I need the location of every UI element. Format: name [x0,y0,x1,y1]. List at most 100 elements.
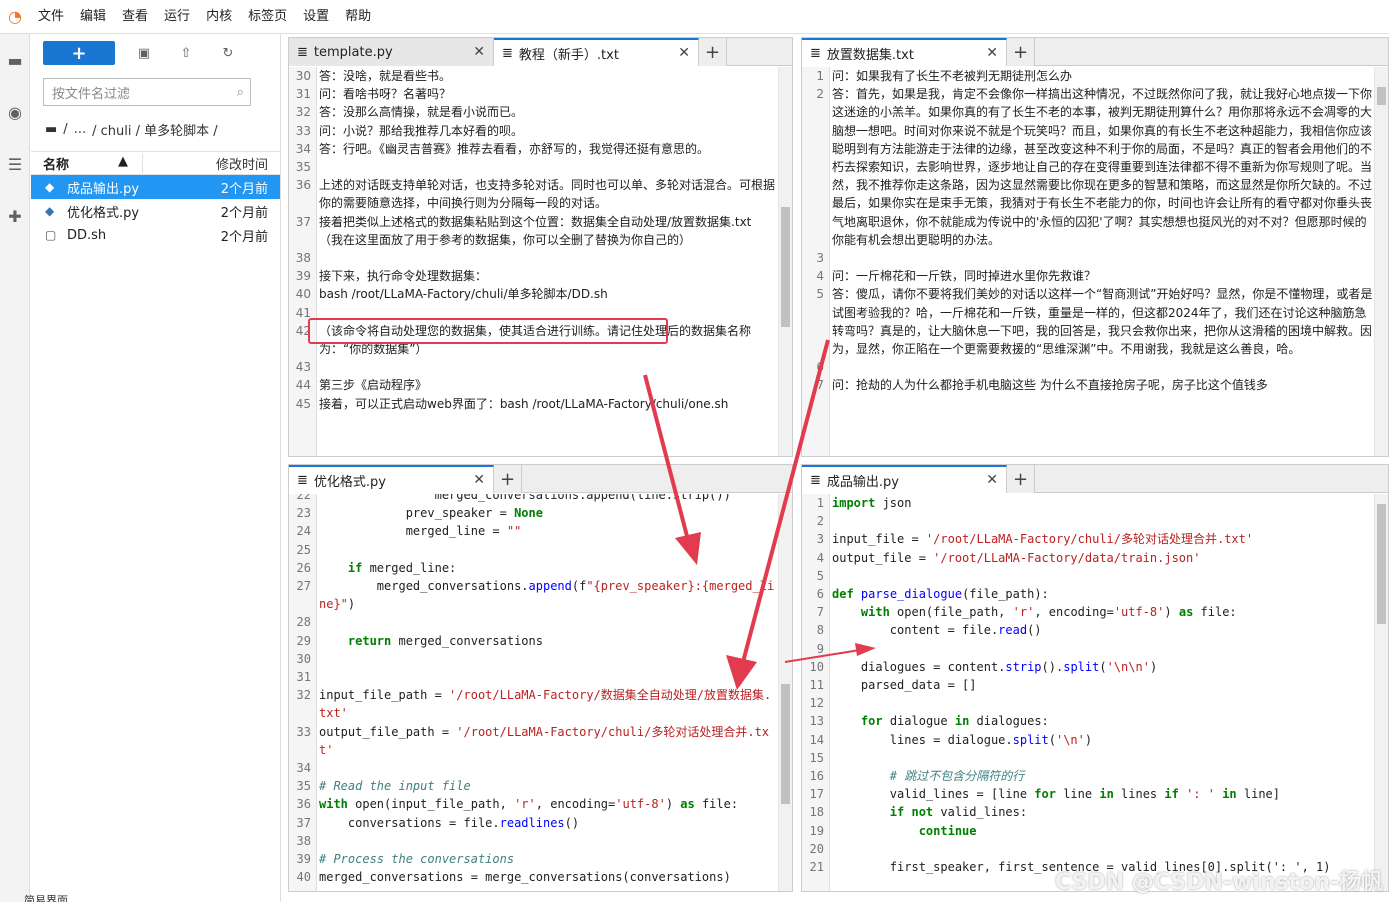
close-icon[interactable]: ✕ [986,472,998,488]
file-list: ◆ 成品输出.py 2个月前 ◆ 优化格式.py 2个月前 ▢ DD.sh 2个月前 [31,175,280,247]
menu-3[interactable]: 运行 [156,0,198,34]
add-tab-button[interactable]: + [1007,465,1035,493]
scroll-thumb[interactable] [1377,87,1386,105]
breadcrumb: ▬ / ... / chuli / 单多轮脚本 / [45,120,280,139]
file-row[interactable]: ▢ DD.sh 2个月前 [31,223,280,247]
code-editor[interactable]: 1 import json 2 3 input_file = '/root/LLaMA-… [802,494,1388,891]
line-number: 39 [296,852,311,867]
code-line: 43 [289,358,778,376]
extension-icon[interactable]: ✚ [0,190,30,242]
code-line: 31 [289,668,778,686]
code-editor[interactable]: 30 答：没啥，就是看些书。 31 问：看啥书呀？名著吗？ 32 答：没那么高情操，就是看… [289,67,792,456]
vertical-scrollbar[interactable] [778,494,792,891]
code-line: 40 bash /root/LLaMA-Factory/chuli/单多轮脚本/D… [289,285,778,303]
line-number: 6 [816,360,824,375]
code-line: 38 [289,832,778,850]
add-tab-button[interactable]: + [699,38,727,66]
line-number: 17 [809,787,824,802]
code-line: 33 output_file_path = '/root/LLaMA-Factor… [289,723,778,759]
code-editor[interactable]: 1 问：如果我有了长生不老被判无期徒刑怎么办 2 答：首先，如果是我，肯定不会像你一样… [802,67,1388,456]
line-text [830,840,832,858]
new-folder-icon[interactable]: ▣ [123,41,165,65]
upload-icon[interactable]: ⇧ [165,41,207,65]
breadcrumb-ellipsis[interactable]: ... [74,122,86,137]
code-line: 22 merged_conversations.append(line.stri… [289,494,778,504]
menu-4[interactable]: 内核 [198,0,240,34]
line-text: dialogues = content.strip().split('\n\n'… [832,659,1158,674]
code-line: 27 merged_conversations.append(f"{prev_s… [289,577,778,613]
line-number: 36 [295,178,311,193]
line-number: 35 [296,779,311,794]
vertical-scrollbar[interactable] [1374,494,1388,891]
line-number: 6 [816,587,824,602]
line-text: merged_conversations.append(f"{prev_spea… [319,579,775,612]
close-icon[interactable]: ✕ [473,44,485,60]
code-line: 39 接下来，执行命令处理数据集： [289,267,778,285]
folder-icon[interactable]: ▬ [0,34,30,86]
line-text: 答：首先，如果是我，肯定不会像你一样搞出这种情况，不过既然你问了我，就让我好心地… [832,87,1373,247]
menu-1[interactable]: 编辑 [72,0,114,34]
line-text [830,749,832,767]
new-launcher-button[interactable]: + [43,41,115,65]
file-row[interactable]: ◆ 成品输出.py 2个月前 [31,175,280,199]
menu-5[interactable]: 标签页 [240,0,295,34]
close-icon[interactable]: ✕ [473,472,485,488]
column-name-header[interactable]: 名称 ▲ [31,153,143,173]
tab-bar: ≣ 放置数据集.txt ✕ + [802,38,1388,66]
add-tab-button[interactable]: + [1007,38,1035,66]
refresh-icon[interactable]: ↻ [207,41,249,65]
line-number: 34 [296,761,311,776]
scroll-thumb[interactable] [1377,504,1386,624]
line-text: continue [918,823,977,838]
line-text [830,249,832,267]
line-number: 37 [296,815,311,830]
running-icon[interactable]: ◉ [0,86,30,138]
tab[interactable]: ≣ 教程（新手）.txt ✕ [494,38,699,66]
code-line: 37 conversations = file.readlines() [289,814,778,832]
activity-bar: ▬ ◉ ☰ ✚ [0,34,30,902]
line-text: lines = dialogue.split('\n') [832,732,1093,747]
menu-0[interactable]: 文件 [30,0,72,34]
code-line: 39 # Process the conversations [289,850,778,868]
file-row[interactable]: ◆ 优化格式.py 2个月前 [31,199,280,223]
scroll-thumb[interactable] [781,684,790,804]
line-text: return merged_conversations [347,633,543,648]
code-line: 14 lines = dialogue.split('\n') [802,731,1374,749]
column-modified-header[interactable]: 修改时间 [143,154,280,173]
menu-7[interactable]: 帮助 [337,0,379,34]
tab[interactable]: ≣ 成品输出.py ✕ [802,465,1007,493]
scroll-thumb[interactable] [781,207,790,327]
line-number: 18 [809,805,824,820]
line-text: 答：没那么高情操，就是看小说而已。 [319,105,524,120]
line-text [317,832,319,850]
watermark: CSDN @CSDN-winston-杨帆 [1055,870,1383,895]
line-number: 1 [816,69,824,83]
close-icon[interactable]: ✕ [678,45,690,61]
toc-icon[interactable]: ☰ [0,138,30,190]
line-text: import json [832,496,912,510]
code-line: 29 return merged_conversations [289,632,778,650]
line-text: merged_conversations = merge_conversatio… [319,870,731,885]
tab[interactable]: ≣ 优化格式.py ✕ [289,465,494,493]
tab[interactable]: ≣ 放置数据集.txt ✕ [802,38,1007,66]
add-tab-button[interactable]: + [494,465,522,493]
tab-bar: ≣ template.py ✕ ≣ 教程（新手）.txt ✕ + [289,38,792,66]
line-number: 5 [816,287,824,302]
menu-6[interactable]: 设置 [295,0,337,34]
tab[interactable]: ≣ template.py ✕ [289,38,494,66]
vertical-scrollbar[interactable] [1374,67,1388,456]
line-number: 7 [816,605,824,620]
tab-bar: ≣ 成品输出.py ✕ + [802,465,1388,493]
close-icon[interactable]: ✕ [986,45,998,61]
code-editor[interactable]: 22 merged_conversations.append(line.stri… [289,494,792,891]
menu-2[interactable]: 查看 [114,0,156,34]
simple-mode-label[interactable]: 简易界面 [24,894,68,902]
vertical-scrollbar[interactable] [778,67,792,456]
file-filter-input[interactable]: 按文件名过滤 ⌕ [43,78,251,106]
line-text: content = file.read() [832,623,1042,638]
code-line: 40 merged_conversations = merge_conversat… [289,868,778,886]
breadcrumb-root[interactable]: / [63,122,67,137]
breadcrumb-path[interactable]: / chuli / 单多轮脚本 / [92,120,218,139]
tab-label: 教程（新手）.txt [518,47,619,63]
line-number: 9 [816,641,824,656]
